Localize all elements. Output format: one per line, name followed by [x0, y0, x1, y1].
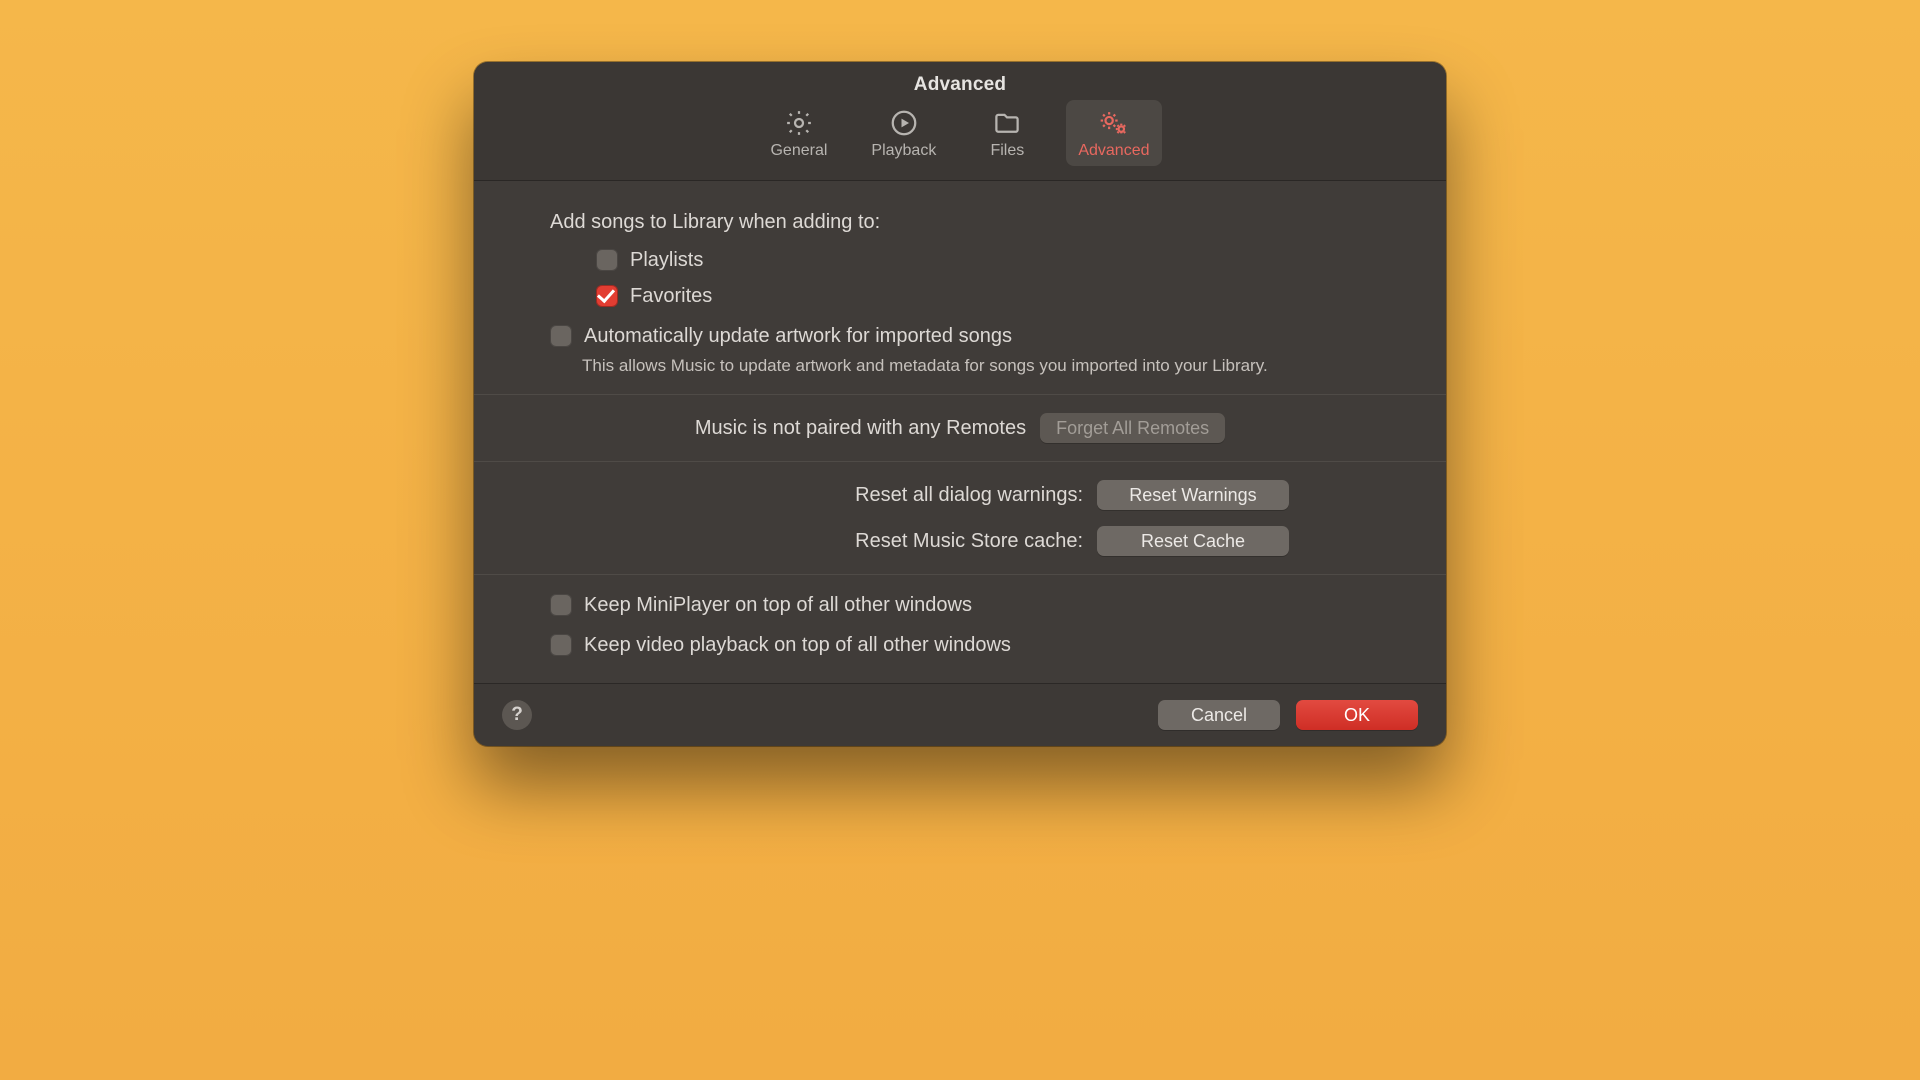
- playlists-row: Playlists: [596, 244, 1410, 276]
- footer: ? Cancel OK: [474, 683, 1446, 746]
- folder-icon: [992, 108, 1022, 138]
- reset-warnings-button[interactable]: Reset Warnings: [1097, 480, 1289, 510]
- favorites-checkbox[interactable]: [596, 285, 618, 307]
- video-on-top-checkbox[interactable]: [550, 634, 572, 656]
- video-on-top-row: Keep video playback on top of all other …: [550, 629, 1410, 661]
- divider: [474, 574, 1446, 575]
- tab-general[interactable]: General: [758, 100, 839, 166]
- forget-remotes-button[interactable]: Forget All Remotes: [1040, 413, 1225, 443]
- reset-warnings-row: Reset all dialog warnings: Reset Warning…: [510, 466, 1410, 524]
- titlebar: Advanced General: [474, 62, 1446, 181]
- auto-artwork-checkbox[interactable]: [550, 325, 572, 347]
- cancel-button[interactable]: Cancel: [1158, 700, 1280, 730]
- add-songs-heading: Add songs to Library when adding to:: [550, 211, 1410, 234]
- reset-cache-label: Reset Music Store cache:: [643, 530, 1083, 553]
- video-on-top-label: Keep video playback on top of all other …: [584, 629, 1011, 661]
- auto-artwork-label: Automatically update artwork for importe…: [584, 320, 1012, 352]
- tab-playback-label: Playback: [871, 142, 936, 160]
- tab-playback[interactable]: Playback: [859, 100, 948, 166]
- double-gear-icon: [1097, 108, 1131, 138]
- tab-general-label: General: [770, 142, 827, 160]
- favorites-row: Favorites: [596, 280, 1410, 312]
- miniplayer-on-top-label: Keep MiniPlayer on top of all other wind…: [584, 589, 972, 621]
- miniplayer-on-top-checkbox[interactable]: [550, 594, 572, 616]
- reset-cache-row: Reset Music Store cache: Reset Cache: [510, 524, 1410, 570]
- reset-warnings-label: Reset all dialog warnings:: [643, 484, 1083, 507]
- miniplayer-on-top-row: Keep MiniPlayer on top of all other wind…: [550, 589, 1410, 621]
- tab-files-label: Files: [990, 142, 1024, 160]
- window-title: Advanced: [474, 74, 1446, 96]
- ok-button[interactable]: OK: [1296, 700, 1418, 730]
- reset-cache-button[interactable]: Reset Cache: [1097, 526, 1289, 556]
- divider: [474, 461, 1446, 462]
- tab-advanced[interactable]: Advanced: [1066, 100, 1161, 166]
- advanced-preferences-window: Advanced General: [474, 62, 1446, 746]
- play-circle-icon: [889, 108, 919, 138]
- tab-files[interactable]: Files: [968, 100, 1046, 166]
- auto-artwork-note: This allows Music to update artwork and …: [582, 356, 1410, 376]
- divider: [474, 394, 1446, 395]
- playlists-label: Playlists: [630, 244, 703, 276]
- tab-advanced-label: Advanced: [1078, 142, 1149, 160]
- favorites-label: Favorites: [630, 280, 712, 312]
- gear-icon: [784, 108, 814, 138]
- playlists-checkbox[interactable]: [596, 249, 618, 271]
- preferences-tabs: General Playback: [474, 100, 1446, 172]
- remotes-status: Music is not paired with any Remotes: [695, 417, 1026, 440]
- remotes-row: Music is not paired with any Remotes For…: [510, 399, 1410, 457]
- content-area: Add songs to Library when adding to: Pla…: [474, 181, 1446, 683]
- auto-artwork-row: Automatically update artwork for importe…: [550, 320, 1410, 352]
- help-button[interactable]: ?: [502, 700, 532, 730]
